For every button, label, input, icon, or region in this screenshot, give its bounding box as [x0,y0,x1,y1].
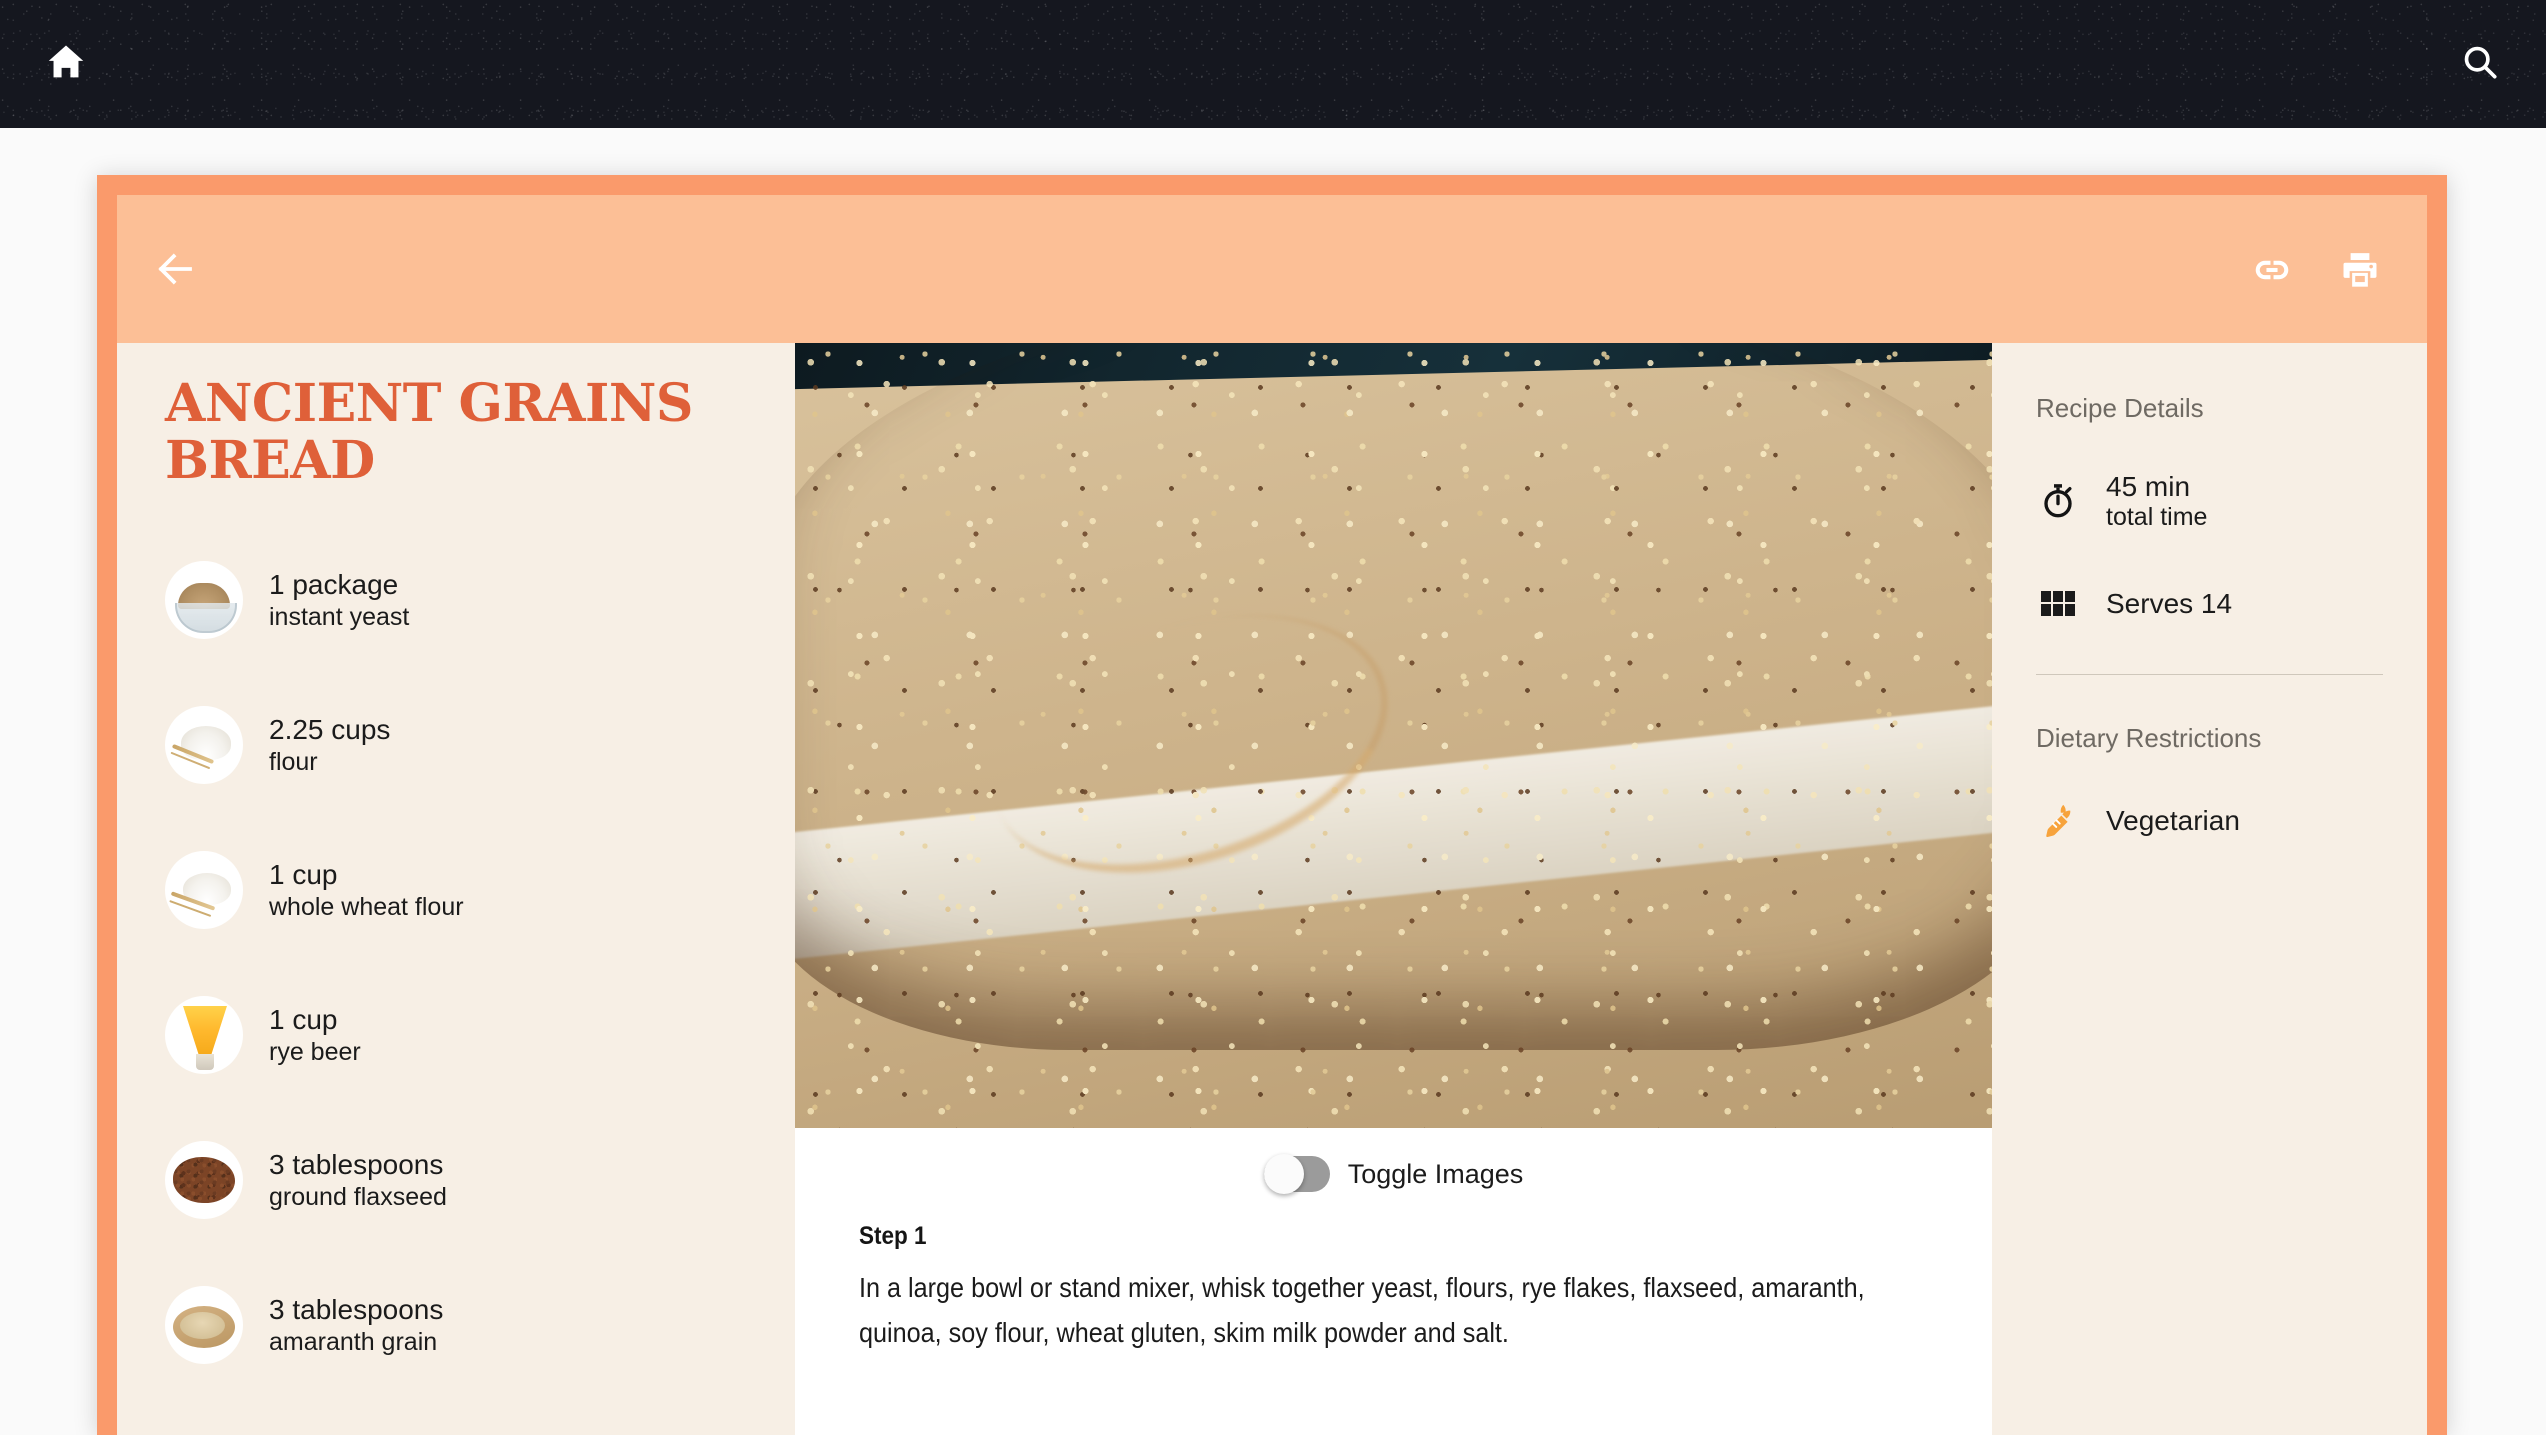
dietary-restriction-row: Vegetarian [2036,800,2383,842]
flaxseed-icon [165,1140,243,1219]
beer-glass-icon [165,995,243,1074]
ingredient-amount: 2.25 cups [269,714,391,746]
recipe-card-body: Ancient Grains Bread 1 package instant y… [117,343,2427,1435]
ingredients-panel: Ancient Grains Bread 1 package instant y… [117,343,795,1435]
amaranth-bowl-icon [165,1285,243,1364]
home-button[interactable] [40,38,92,90]
home-icon [44,40,88,89]
recipe-card: Ancient Grains Bread 1 package instant y… [97,175,2447,1435]
yeast-bowl-icon [165,560,243,639]
dietary-restrictions-heading: Dietary Restrictions [2036,722,2262,753]
header-actions [2249,247,2383,298]
copy-link-button[interactable] [2249,247,2295,298]
toggle-images-switch[interactable] [1263,1154,1330,1194]
ingredient-name: flour [269,747,318,776]
steps-area: Toggle Images Step 1 In a large bowl or … [795,1128,1992,1356]
panel-divider [2036,673,2383,675]
printer-icon [2337,247,2383,298]
recipe-photo [795,343,1992,1128]
total-time-value: 45 min [2106,471,2191,502]
search-button[interactable] [2454,38,2506,90]
ingredient-amount: 1 package [269,569,399,601]
page-title: Ancient Grains Bread [165,373,693,492]
servings-value: Serves 14 [2106,587,2233,619]
servings-row: Serves 14 [2036,587,2383,620]
recipe-details-panel: Recipe Details 45 min total time Serves … [1992,343,2427,1435]
ingredient-amount: 3 tablespoons [269,1294,444,1326]
ingredient-name: instant yeast [269,602,410,631]
ingredient-name: rye beer [269,1037,361,1066]
total-time-row: 45 min total time [2036,470,2383,533]
arrow-left-icon [153,253,201,297]
ingredient-amount: 3 tablespoons [269,1149,444,1181]
toggle-knob [1263,1154,1304,1194]
ingredient-name: ground flaxseed [269,1182,447,1211]
toggle-images-row: Toggle Images [859,1154,1928,1194]
total-time-label: total time [2106,503,2208,532]
ingredient-amount: 1 cup [269,859,338,891]
step-label: Step 1 [859,1222,927,1250]
toggle-images-label: Toggle Images [1347,1158,1524,1189]
back-button[interactable] [153,245,201,293]
search-icon [2459,41,2501,88]
ingredient-row: 1 package instant yeast [165,527,755,672]
link-icon [2249,247,2295,298]
carrot-icon [2036,800,2080,842]
ingredient-row: 3 tablespoons ground flaxseed [165,1107,755,1252]
top-app-bar [0,0,2546,128]
ingredient-name: whole wheat flour [269,892,464,921]
flour-pile-icon [165,705,243,784]
recipe-main-column: Toggle Images Step 1 In a large bowl or … [795,343,1992,1435]
ingredient-row: 1 cup rye beer [165,962,755,1107]
stopwatch-icon [2036,481,2080,521]
ingredient-amount: 1 cup [269,1004,338,1036]
dietary-restriction-label: Vegetarian [2106,805,2240,837]
ingredient-row: 2.25 cups flour [165,672,755,817]
recipe-card-header [117,195,2427,343]
ingredient-row: 1 cup whole wheat flour [165,817,755,962]
ingredient-name: amaranth grain [269,1327,438,1356]
whole-wheat-flour-icon [165,850,243,929]
recipe-details-heading: Recipe Details [2036,393,2204,423]
step-item: Step 1 In a large bowl or stand mixer, w… [859,1222,1928,1356]
print-button[interactable] [2337,247,2383,298]
servings-grid-icon [2036,590,2080,616]
step-text: In a large bowl or stand mixer, whisk to… [859,1272,1865,1349]
